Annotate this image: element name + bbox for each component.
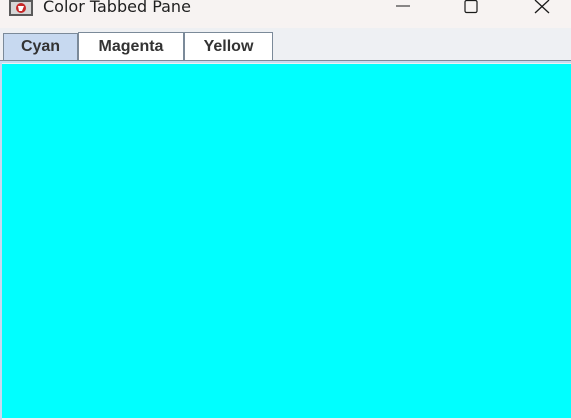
- window-title: Color Tabbed Pane: [43, 0, 191, 16]
- tab-cyan[interactable]: Cyan: [3, 33, 78, 60]
- java-app-icon: [8, 0, 34, 16]
- minimize-icon: [395, 0, 411, 14]
- tab-label: Magenta: [98, 37, 164, 55]
- tab-magenta[interactable]: Magenta: [78, 32, 184, 60]
- minimize-button[interactable]: [381, 0, 425, 18]
- tab-label: Yellow: [203, 37, 254, 55]
- maximize-icon: [463, 0, 479, 16]
- maximize-button[interactable]: [449, 0, 493, 18]
- tab-label: Cyan: [20, 38, 61, 55]
- title-bar[interactable]: Color Tabbed Pane: [0, 0, 571, 28]
- close-button[interactable]: [520, 0, 564, 18]
- tab-yellow[interactable]: Yellow: [184, 32, 273, 60]
- tab-strip: Cyan Magenta Yellow: [0, 28, 571, 62]
- application-window: Color Tabbed Pane Cyan Magenta Yellow: [0, 0, 571, 420]
- close-icon: [534, 0, 550, 16]
- color-content-panel: [2, 64, 571, 418]
- tab-divider: [0, 60, 571, 63]
